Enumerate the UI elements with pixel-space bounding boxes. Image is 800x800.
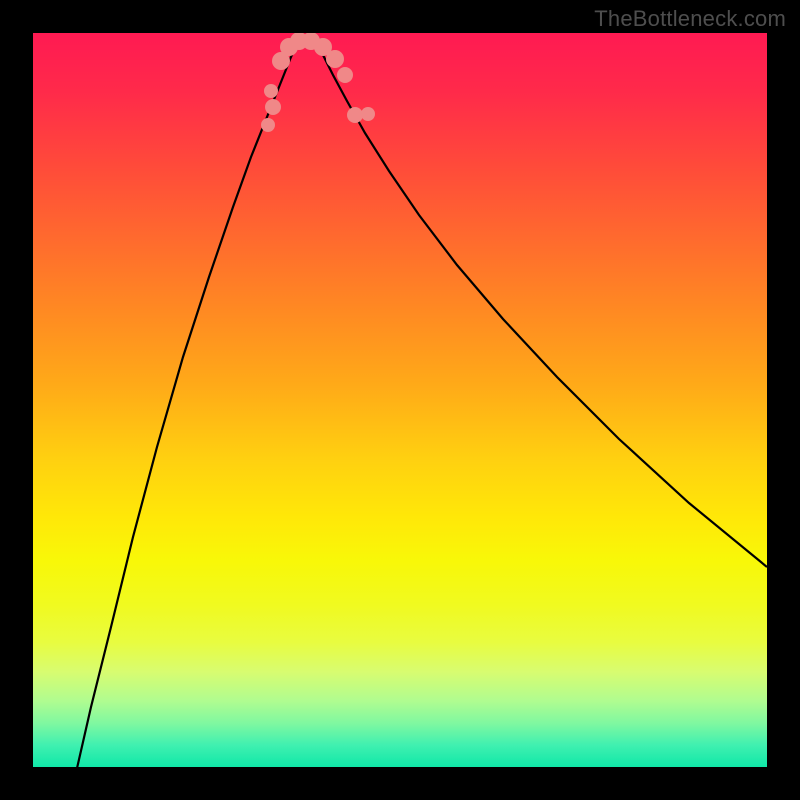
chart-svg <box>33 33 767 767</box>
marker-dot <box>265 99 281 115</box>
marker-dot <box>261 118 275 132</box>
left-curve-line <box>75 41 298 767</box>
marker-dot <box>326 50 344 68</box>
marker-dot <box>347 107 363 123</box>
highlight-dots <box>261 33 375 132</box>
chart-plot-area <box>33 33 767 767</box>
watermark-text: TheBottleneck.com <box>594 6 786 32</box>
marker-dot <box>264 84 278 98</box>
marker-dot <box>337 67 353 83</box>
marker-dot <box>361 107 375 121</box>
right-curve-line <box>315 41 767 567</box>
